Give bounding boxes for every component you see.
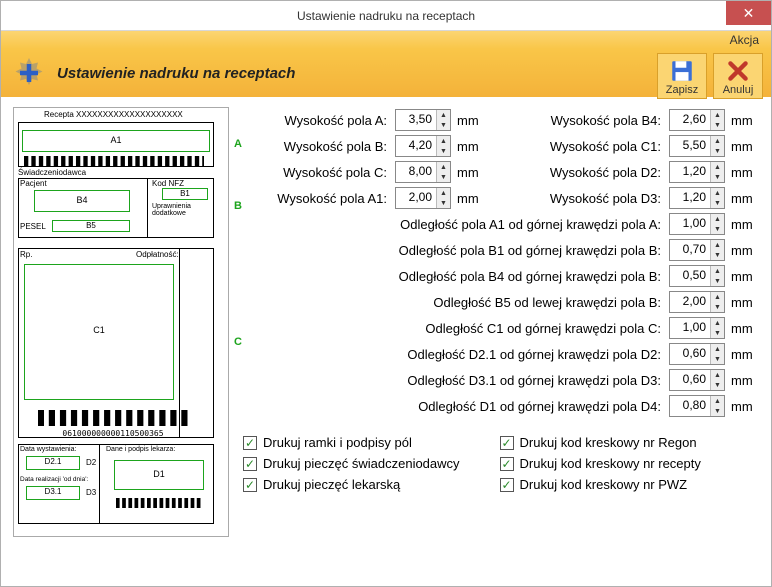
- form: Wysokość pola A: 3,50▲▼ mm Wysokość pola…: [243, 107, 759, 537]
- prev-bar-a: ▌▌▌▌▌▌▌▌▌▌▌▌▌▌▌▌▌▌▌▌▌▌▌▌▌▌▌▌▌▌▌▌▌▌▌▌▌▌▌▌…: [24, 156, 204, 166]
- window-title: Ustawienie nadruku na receptach: [297, 9, 475, 23]
- cancel-icon: [725, 58, 751, 84]
- action-label: Akcja: [1, 31, 771, 49]
- prev-a1: A1: [22, 130, 210, 152]
- inp-odD31[interactable]: 0,60▲▼: [669, 369, 725, 391]
- inp-wysD2[interactable]: 1,20▲▼: [669, 161, 725, 183]
- inp-odC1[interactable]: 1,00▲▼: [669, 317, 725, 339]
- lbl-wysB4: Wysokość pola B4:: [517, 113, 661, 128]
- inp-odB4[interactable]: 0,50▲▼: [669, 265, 725, 287]
- cancel-label: Anuluj: [723, 84, 754, 96]
- chk-bar-recepty[interactable]: ✓Drukuj kod kreskowy nr recepty: [500, 456, 701, 471]
- chk-stamp-provider[interactable]: ✓Drukuj pieczęć świadczeniodawcy: [243, 456, 460, 471]
- close-button[interactable]: ✕: [726, 1, 771, 25]
- cancel-button[interactable]: Anuluj: [713, 53, 763, 99]
- lbl-odB1: Odległość pola B1 od górnej krawędzi pol…: [243, 243, 661, 258]
- prev-b5: B5: [52, 220, 130, 232]
- prev-barcode-num: 061000000000110500365: [48, 429, 178, 438]
- inp-wysD3[interactable]: 1,20▲▼: [669, 187, 725, 209]
- preview-pane: Recepta XXXXXXXXXXXXXXXXXXXX A1 ▌▌▌▌▌▌▌▌…: [13, 107, 229, 537]
- prev-b4: B4: [34, 190, 130, 212]
- prev-d21: D2.1: [26, 456, 80, 470]
- lbl-wysD2: Wysokość pola D2:: [517, 165, 661, 180]
- lbl-odD31: Odległość D3.1 od górnej krawędzi pola D…: [243, 373, 661, 388]
- lbl-wysC: Wysokość pola C:: [243, 165, 387, 180]
- lbl-odB4: Odległość pola B4 od górnej krawędzi pol…: [243, 269, 661, 284]
- prev-swiadcz: Świadczeniodawca: [18, 168, 86, 177]
- inp-wysA[interactable]: 3,50▲▼: [395, 109, 451, 131]
- lbl-odB5: Odległość B5 od lewej krawędzi pola B:: [243, 295, 661, 310]
- inp-odB5[interactable]: 2,00▲▼: [669, 291, 725, 313]
- medical-icon: [11, 55, 47, 91]
- inp-odD21[interactable]: 0,60▲▼: [669, 343, 725, 365]
- chk-stamp-doctor[interactable]: ✓Drukuj pieczęć lekarską: [243, 477, 460, 492]
- prev-bar-d: ▌▌▌▌▌▌▌▌▌▌▌▌▌▌▌▌▌▌▌▌▌▌▌▌▌▌: [116, 498, 202, 508]
- inp-wysC1[interactable]: 5,50▲▼: [669, 135, 725, 157]
- chk-bar-pwz[interactable]: ✓Drukuj kod kreskowy nr PWZ: [500, 477, 701, 492]
- prev-d31: D3.1: [26, 486, 80, 500]
- prev-recepta: Recepta XXXXXXXXXXXXXXXXXXXX: [44, 110, 183, 119]
- side-c: C: [234, 336, 242, 348]
- prev-d1: D1: [114, 460, 204, 490]
- lbl-wysA1: Wysokość pola A1:: [243, 191, 387, 206]
- save-icon: [669, 58, 695, 84]
- header: Ustawienie nadruku na receptach Zapisz A…: [1, 49, 771, 97]
- save-label: Zapisz: [666, 84, 698, 96]
- side-a: A: [234, 138, 242, 150]
- inp-wysA1[interactable]: 2,00▲▼: [395, 187, 451, 209]
- lbl-wysA: Wysokość pola A:: [243, 113, 387, 128]
- prev-bar-c: ▌▌▌▌▌▌▌▌▌▌▌▌▌▌▌▌▌▌▌▌▌▌▌▌▌▌▌▌▌▌▌▌▌▌▌▌▌▌▌▌: [38, 410, 188, 426]
- titlebar: Ustawienie nadruku na receptach ✕: [1, 1, 771, 31]
- header-title: Ustawienie nadruku na receptach: [57, 65, 295, 82]
- side-b: B: [234, 200, 242, 212]
- lbl-odD21: Odległość D2.1 od górnej krawędzi pola D…: [243, 347, 661, 362]
- inp-odB1[interactable]: 0,70▲▼: [669, 239, 725, 261]
- prev-c1: C1: [24, 264, 174, 400]
- lbl-wysB: Wysokość pola B:: [243, 139, 387, 154]
- lbl-wysC1: Wysokość pola C1:: [517, 139, 661, 154]
- inp-wysB4[interactable]: 2,60▲▼: [669, 109, 725, 131]
- inp-odA1[interactable]: 1,00▲▼: [669, 213, 725, 235]
- lbl-odA1: Odległość pola A1 od górnej krawędzi pol…: [243, 217, 661, 232]
- chk-bar-regon[interactable]: ✓Drukuj kod kreskowy nr Regon: [500, 435, 701, 450]
- prev-b1: B1: [162, 188, 208, 200]
- save-button[interactable]: Zapisz: [657, 53, 707, 99]
- lbl-odC1: Odległość C1 od górnej krawędzi pola C:: [243, 321, 661, 336]
- inp-wysC[interactable]: 8,00▲▼: [395, 161, 451, 183]
- inp-odD1[interactable]: 0,80▲▼: [669, 395, 725, 417]
- inp-wysB[interactable]: 4,20▲▼: [395, 135, 451, 157]
- lbl-odD1: Odległość D1 od górnej krawędzi pola D4:: [243, 399, 661, 414]
- lbl-wysD3: Wysokość pola D3:: [517, 191, 661, 206]
- chk-frames[interactable]: ✓Drukuj ramki i podpisy pól: [243, 435, 460, 450]
